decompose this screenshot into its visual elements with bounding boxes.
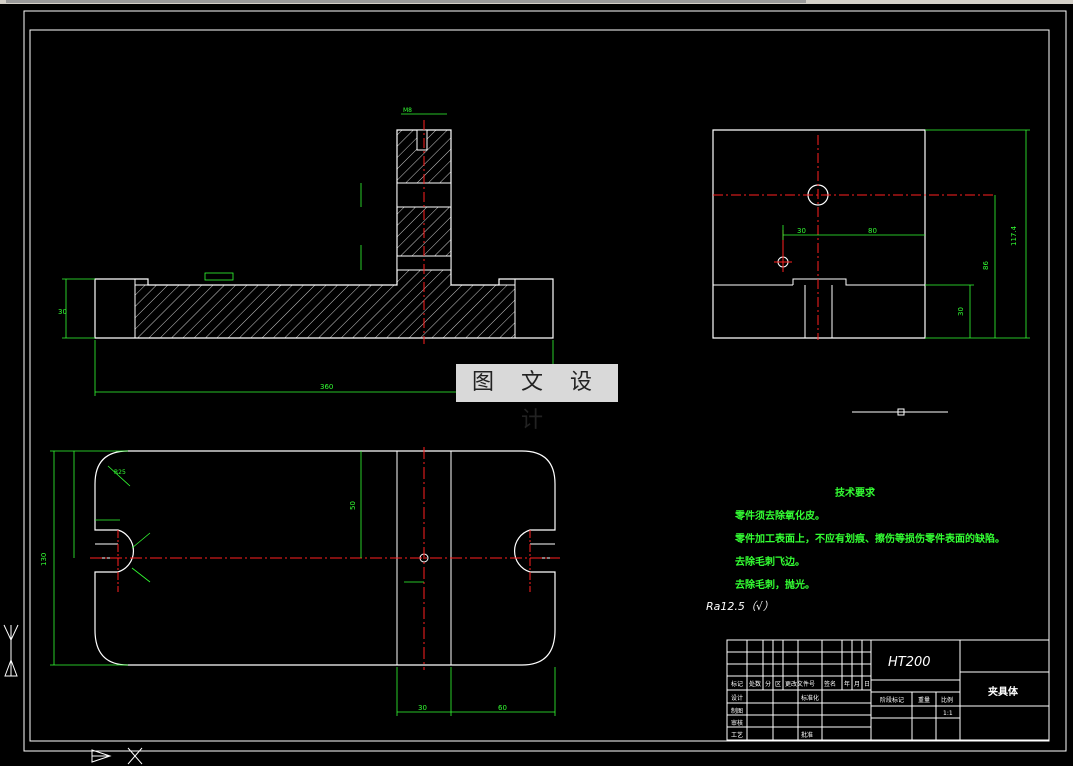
dim-side-total: 117.4 xyxy=(1010,225,1018,246)
dim-plan-width: 130 xyxy=(40,553,48,566)
dim-plan-half: 50 xyxy=(349,501,357,510)
tb-left-label: 工艺 xyxy=(731,732,744,739)
tb-scale-label: 比例 xyxy=(941,697,954,704)
tech-req-line: 零件须去除氧化皮。 xyxy=(735,511,825,522)
dim-top-slot: M8 xyxy=(403,107,412,114)
tb-mid-label: 批准 xyxy=(801,732,814,739)
tech-req-line: 去除毛刺，抛光。 xyxy=(735,580,815,591)
tb-left-label: 设计 xyxy=(731,695,744,702)
dim-side-h1: 86 xyxy=(982,261,990,270)
dim-side-w1: 30 xyxy=(797,227,806,235)
tb-stage-label: 阶段标记 xyxy=(880,697,905,704)
tb-row-label: 签名 xyxy=(824,681,837,688)
tb-row-label: 日 xyxy=(864,681,871,688)
tb-mid-label: 标准化 xyxy=(801,695,820,702)
plan-view: 130 50 R25 30 60 xyxy=(40,447,560,716)
tech-req-line: 去除毛刺飞边。 xyxy=(735,557,805,568)
dim-plan-r: R25 xyxy=(114,469,126,476)
dim-side-w2: 80 xyxy=(868,227,877,235)
tb-scale-value: 1:1 xyxy=(943,710,953,717)
technical-requirements: 技术要求 零件须去除氧化皮。 零件加工表面上，不应有划痕、擦伤等损伤零件表面的缺… xyxy=(735,484,1005,599)
tech-req-line: 零件加工表面上，不应有划痕、擦伤等损伤零件表面的缺陷。 xyxy=(735,534,1005,545)
tb-row-label: 区 xyxy=(775,681,782,688)
tb-left-label: 审核 xyxy=(731,720,744,727)
part-name: 夹具体 xyxy=(988,687,1018,698)
dim-side-h2: 30 xyxy=(957,307,965,316)
dim-front-width: 360 xyxy=(320,383,333,391)
front-section-view: 360 30 M8 xyxy=(58,107,554,396)
tb-row-label: 更改文件号 xyxy=(785,681,816,688)
dim-plan-bottom-a: 30 xyxy=(418,704,427,712)
material-label: HT200 xyxy=(888,655,931,670)
tb-row-label: 分 xyxy=(765,681,772,688)
roughness-note: Ra12.5（√） xyxy=(706,600,774,613)
tb-row-label: 月 xyxy=(854,681,861,688)
tb-row-label: 处数 xyxy=(749,681,762,688)
tb-row-label: 年 xyxy=(844,681,851,688)
dim-plan-bottom-b: 60 xyxy=(498,704,507,712)
dim-front-height: 30 xyxy=(58,308,67,316)
tb-left-label: 制图 xyxy=(731,708,744,715)
side-view: 117.4 86 30 30 80 xyxy=(712,129,1030,416)
tech-req-title: 技术要求 xyxy=(835,488,875,499)
tb-weight-label: 重量 xyxy=(918,697,931,704)
watermark: 图 文 设 计 xyxy=(456,364,618,433)
tb-row-label: 标记 xyxy=(731,681,744,688)
ucs-icon xyxy=(3,624,143,765)
